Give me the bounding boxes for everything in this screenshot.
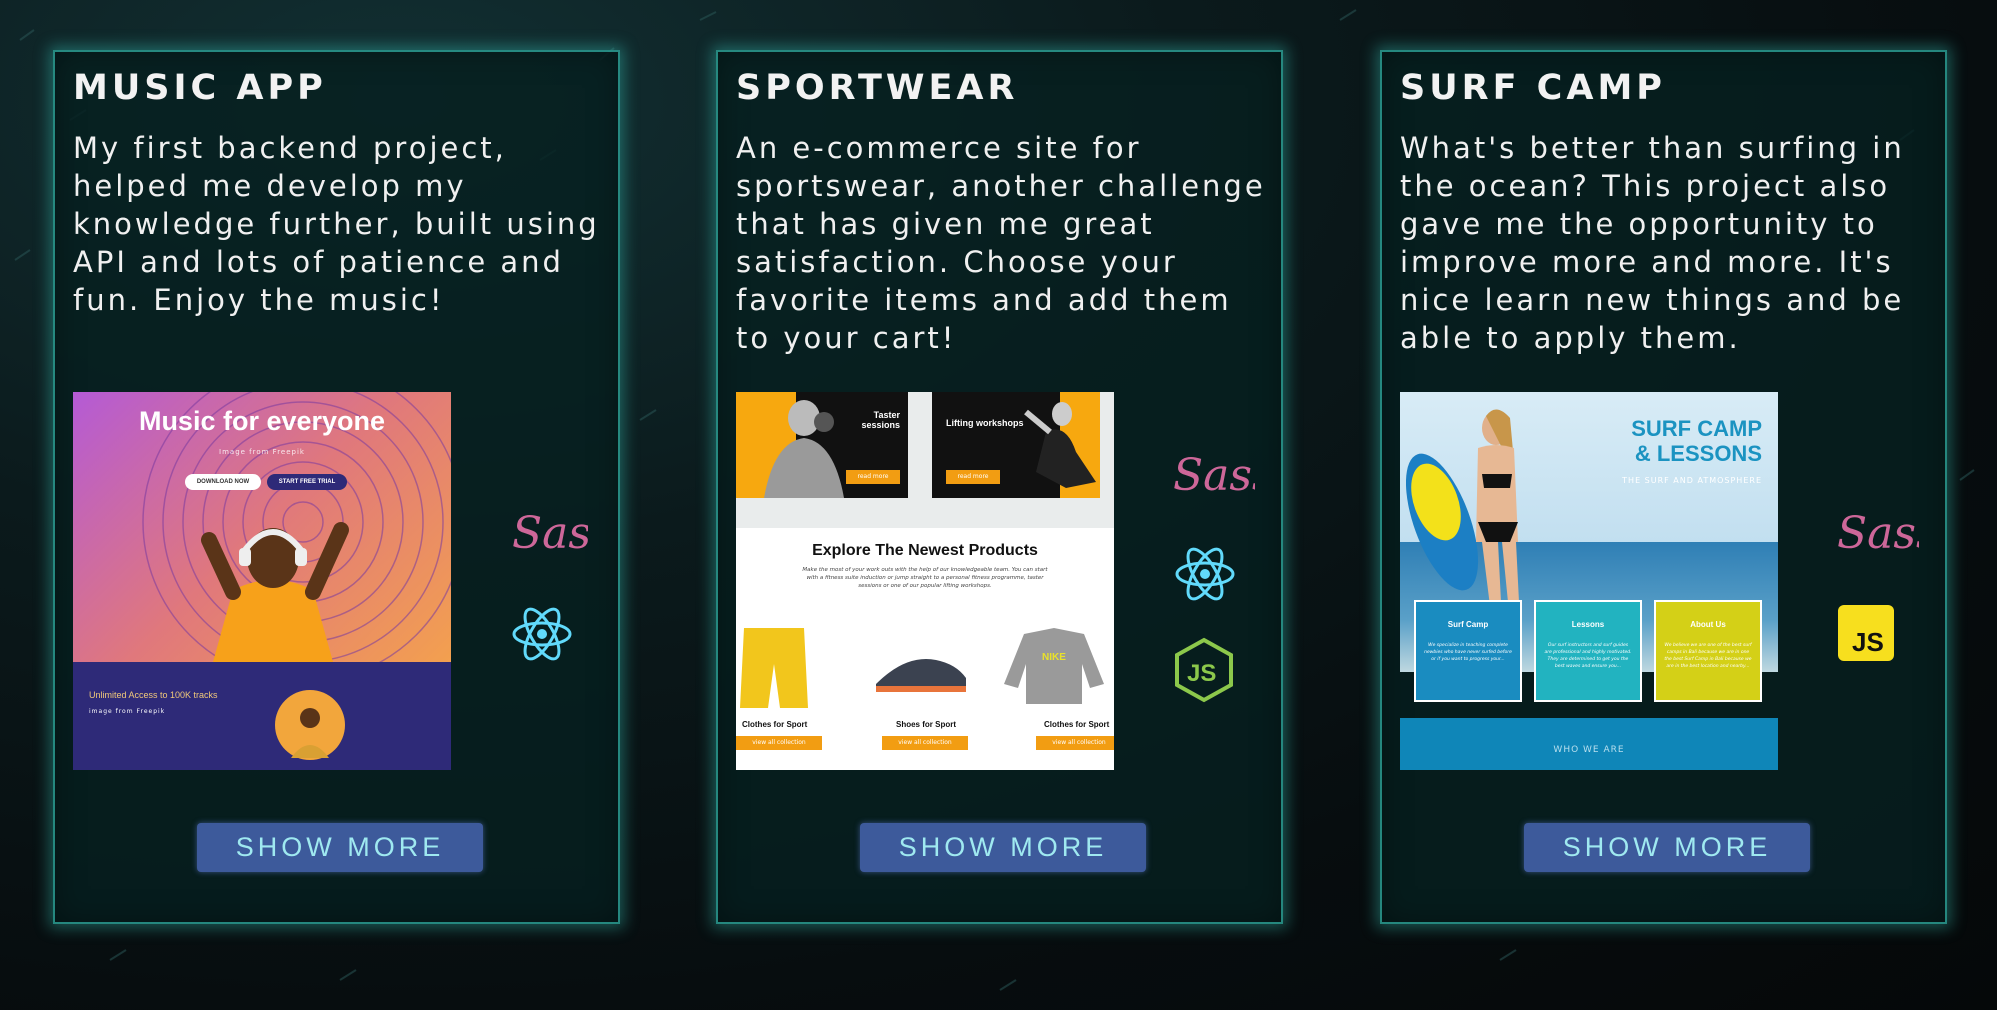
product-label: Clothes for Sport (742, 720, 808, 729)
svg-text:JS: JS (1852, 627, 1884, 657)
screenshot-subtext: Image from Freepik (219, 448, 305, 456)
product-label: Clothes for Sport (1044, 720, 1110, 729)
project-screenshot: Taster sessions read more Lifting worksh… (736, 392, 1114, 770)
products-section: Explore The Newest Products Make the mos… (736, 528, 1114, 770)
info-box-text: We believe we are one of the best surf c… (1664, 643, 1752, 669)
svg-text:Sass: Sass (1173, 450, 1255, 501)
surfer-image (1406, 409, 1520, 622)
react-icon (1175, 547, 1235, 601)
info-box-title: Surf Camp (1447, 620, 1489, 629)
taster-panel: Taster sessions read more (736, 392, 908, 498)
tracks-text: Unlimited Access to 100K tracks (89, 690, 218, 700)
dancing-person-image (201, 522, 349, 662)
shoes-image (876, 659, 966, 692)
info-box-title: Lessons (1571, 620, 1605, 629)
info-box: Surf Camp We specialize in teaching comp… (1414, 600, 1522, 702)
bodybuilder-image (764, 400, 844, 498)
screenshot-hero: Music for everyone Image from Freepik DO… (73, 392, 451, 662)
info-box-title: About Us (1690, 620, 1726, 629)
screenshot-banner: Taster sessions read more Lifting worksh… (736, 392, 1114, 528)
show-more-button[interactable]: SHOW MORE (197, 823, 483, 872)
collection-button: view all collection (736, 736, 822, 750)
svg-text:Sass: Sass (1837, 508, 1919, 559)
screenshot-footer: WHO WE ARE (1400, 718, 1778, 770)
heading-line-1: SURF CAMP (1631, 416, 1762, 441)
sass-icon: Sass (512, 508, 588, 559)
read-more-button: read more (946, 470, 1000, 484)
card-title: MUSIC APP (73, 68, 327, 108)
card-description: My first backend project, helped me deve… (73, 131, 600, 317)
screenshot-heading: Music for everyone (138, 406, 386, 436)
card-title: SURF CAMP (1400, 68, 1666, 108)
javascript-icon: JS (1838, 605, 1894, 661)
collection-button: view all collection (1036, 736, 1114, 750)
trial-button: START FREE TRIAL (267, 474, 347, 490)
show-more-button[interactable]: SHOW MORE (1524, 823, 1810, 872)
panel-title: Lifting workshops (946, 418, 1024, 428)
yoga-woman-image (1024, 402, 1096, 488)
product-label: Shoes for Sport (896, 720, 957, 729)
info-box-text: Our surf instructors and surf guides are… (1544, 643, 1632, 669)
card-title: SPORTWEAR (736, 68, 1019, 108)
products-heading: Explore The Newest Products (812, 542, 1038, 559)
collection-button: view all collection (882, 736, 968, 750)
album-image (275, 690, 345, 760)
screenshot-heading: SURF CAMP & LESSONS (1631, 416, 1762, 466)
heading-line-2: & LESSONS (1634, 441, 1762, 466)
products-text: Make the most of your work outs with the… (802, 567, 1048, 589)
project-screenshot: Music for everyone Image from Freepik DO… (73, 392, 451, 770)
sass-icon: Sass (1173, 450, 1255, 501)
react-icon (512, 607, 572, 661)
card-description: What's better than surfing in the ocean?… (1400, 131, 1905, 355)
lifting-panel: Lifting workshops read more (932, 392, 1100, 498)
panel-title: Taster sessions (861, 410, 900, 430)
show-more-button[interactable]: SHOW MORE (860, 823, 1146, 872)
nodejs-icon: JS (1175, 637, 1233, 703)
info-box-text: We specialize in teaching complete newbi… (1424, 643, 1512, 662)
download-button: DOWNLOAD NOW (185, 474, 261, 490)
sweatshirt-image: NIKE (1004, 628, 1104, 704)
credit-text: image from Freepik (89, 708, 166, 715)
project-screenshot: SURF CAMP & LESSONS THE SURF AND ATMOSPH… (1400, 392, 1778, 770)
svg-text:Sass: Sass (512, 508, 588, 559)
read-more-button: read more (846, 470, 900, 484)
who-we-are-text: WHO WE ARE (1553, 745, 1625, 755)
svg-text:NIKE: NIKE (1042, 652, 1066, 663)
screenshot-subtext: THE SURF AND ATMOSPHERE (1622, 476, 1762, 485)
project-card-surf: SURF CAMP What's better than surfing in … (1380, 50, 1947, 924)
info-box: About Us We believe we are one of the be… (1654, 600, 1762, 702)
shorts-image (740, 628, 808, 708)
svg-text:JS: JS (1187, 660, 1216, 687)
project-card-music: MUSIC APP My first backend project, help… (53, 50, 620, 924)
info-box: Lessons Our surf instructors and surf gu… (1534, 600, 1642, 702)
screenshot-footer: Unlimited Access to 100K tracks image fr… (73, 662, 451, 770)
project-card-sportwear: SPORTWEAR An e-commerce site for sportsw… (716, 50, 1283, 924)
sass-icon: Sass (1837, 508, 1919, 559)
card-description: An e-commerce site for sportswear, anoth… (736, 131, 1266, 355)
